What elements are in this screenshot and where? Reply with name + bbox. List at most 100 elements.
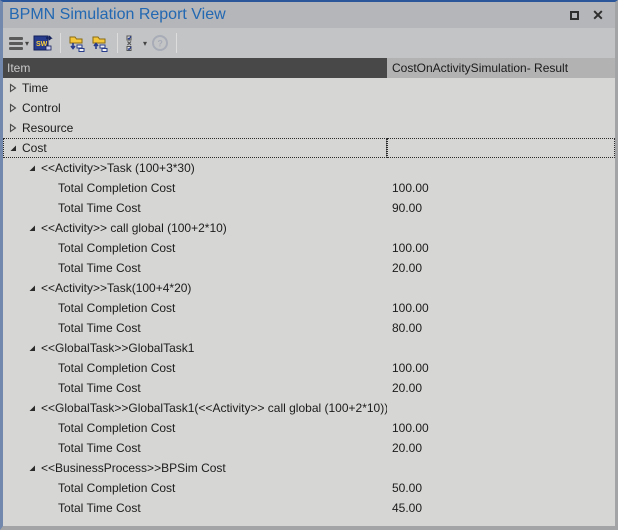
- window-title: BPMN Simulation Report View: [9, 6, 226, 24]
- maximize-button[interactable]: [565, 6, 583, 24]
- svg-text:?: ?: [157, 39, 163, 49]
- result-value: 100.00: [387, 178, 615, 198]
- expanded-toggle-icon[interactable]: [26, 222, 38, 234]
- tree-row[interactable]: <<GlobalTask>>GlobalTask1(<<Activity>> c…: [3, 398, 615, 418]
- result-value: [387, 278, 615, 298]
- expand-all-button[interactable]: [66, 32, 89, 54]
- result-value: 20.00: [387, 438, 615, 458]
- result-value: [387, 398, 615, 418]
- tree-row[interactable]: Total Time Cost20.00: [3, 258, 615, 278]
- tree-row[interactable]: <<Activity>>Task (100+3*30): [3, 158, 615, 178]
- close-button[interactable]: ✕: [589, 6, 607, 24]
- generate-report-button[interactable]: SW: [31, 32, 55, 54]
- expanded-toggle-icon[interactable]: [7, 142, 19, 154]
- toolbar: ▾ SW: [3, 28, 615, 58]
- result-value: 100.00: [387, 238, 615, 258]
- maximize-icon: [570, 11, 579, 20]
- collapsed-toggle-icon[interactable]: [7, 102, 19, 114]
- result-value: 20.00: [387, 378, 615, 398]
- options-checklist-icon: [125, 34, 141, 52]
- tree-item-label: Total Time Cost: [58, 321, 141, 335]
- result-value: [387, 218, 615, 238]
- report-tree: Time Control Resource Cost <<Activity>>Task …: [3, 78, 615, 526]
- tree-row[interactable]: Total Time Cost 80.00: [3, 318, 615, 338]
- result-value: [387, 458, 615, 478]
- close-icon: ✕: [592, 8, 604, 22]
- tree-item-label: Control: [22, 101, 61, 115]
- options-button[interactable]: ▾: [123, 32, 149, 54]
- collapsed-toggle-icon[interactable]: [7, 82, 19, 94]
- result-value: 100.00: [387, 358, 615, 378]
- tree-row[interactable]: Control: [3, 98, 615, 118]
- toolbar-separator: [60, 33, 61, 53]
- expanded-toggle-icon[interactable]: [26, 462, 38, 474]
- result-value: 80.00: [387, 318, 615, 338]
- bpmn-simulation-report-window: BPMN Simulation Report View ✕ ▾ SW: [0, 0, 618, 530]
- tree-row[interactable]: Total Time Cost 20.00: [3, 378, 615, 398]
- expanded-toggle-icon[interactable]: [26, 402, 38, 414]
- expanded-toggle-icon[interactable]: [26, 282, 38, 294]
- tree-item-label: Total Completion Cost: [58, 421, 175, 435]
- tree-row[interactable]: Total Time Cost 45.00: [3, 498, 615, 518]
- result-value: [387, 158, 615, 178]
- help-button[interactable]: ?: [149, 32, 171, 54]
- tree-row[interactable]: Total Completion Cost 100.00: [3, 298, 615, 318]
- tree-item-label: Total Time Cost: [58, 381, 141, 395]
- result-value: [387, 98, 615, 118]
- tree-row[interactable]: Resource: [3, 118, 615, 138]
- help-icon: ?: [151, 34, 169, 52]
- result-value: [387, 138, 615, 158]
- tree-item-label: <<GlobalTask>>GlobalTask1: [41, 341, 194, 355]
- result-value: 50.00: [387, 478, 615, 498]
- tree-row[interactable]: Total Completion Cost 100.00: [3, 358, 615, 378]
- tree-item-label: <<Activity>> call global (100+2*10): [41, 221, 227, 235]
- tree-item-label: Total Time Cost: [58, 501, 141, 515]
- tree-row[interactable]: Total Time Cost 20.00: [3, 438, 615, 458]
- tree-item-label: Total Completion Cost: [58, 301, 175, 315]
- tree-item-label: Total Time Cost: [58, 441, 141, 455]
- tree-row[interactable]: <<Activity>>Task(100+4*20): [3, 278, 615, 298]
- tree-row[interactable]: Total Completion Cost 100.00: [3, 238, 615, 258]
- chevron-down-icon: ▾: [25, 39, 29, 48]
- column-header-item[interactable]: Item: [3, 58, 387, 78]
- tree-row[interactable]: Total Completion Cost 100.00: [3, 418, 615, 438]
- toolbar-separator: [117, 33, 118, 53]
- tree-row[interactable]: Total Time Cost90.00: [3, 198, 615, 218]
- result-value: 100.00: [387, 418, 615, 438]
- result-value: 100.00: [387, 298, 615, 318]
- column-header-result[interactable]: CostOnActivitySimulation- Result: [387, 58, 615, 78]
- tree-item-label: Resource: [22, 121, 73, 135]
- tree-row[interactable]: Time: [3, 78, 615, 98]
- expanded-toggle-icon[interactable]: [26, 162, 38, 174]
- collapsed-toggle-icon[interactable]: [7, 122, 19, 134]
- expanded-toggle-icon[interactable]: [26, 342, 38, 354]
- tree-item-label: Total Time Cost: [58, 201, 141, 215]
- tree-row[interactable]: Total Completion Cost 100.00: [3, 178, 615, 198]
- menu-button[interactable]: ▾: [7, 32, 31, 54]
- expand-all-icon: [68, 34, 87, 52]
- tree-item-label: <<Activity>>Task (100+3*30): [41, 161, 195, 175]
- tree-item-label: Total Completion Cost: [58, 241, 175, 255]
- tree-item-label: <<BusinessProcess>>BPSim Cost: [41, 461, 226, 475]
- collapse-all-button[interactable]: [89, 32, 112, 54]
- tree-item-label: Time: [22, 81, 48, 95]
- tree-item-label: Total Completion Cost: [58, 361, 175, 375]
- result-value: [387, 338, 615, 358]
- toolbar-separator: [176, 33, 177, 53]
- title-bar: BPMN Simulation Report View ✕: [3, 2, 615, 28]
- result-value: 45.00: [387, 498, 615, 518]
- tree-row[interactable]: <<GlobalTask>>GlobalTask1: [3, 338, 615, 358]
- generate-report-icon: SW: [33, 34, 53, 52]
- tree-row[interactable]: <<Activity>> call global (100+2*10): [3, 218, 615, 238]
- result-value: [387, 78, 615, 98]
- result-value: [387, 118, 615, 138]
- tree-item-label: Total Completion Cost: [58, 181, 175, 195]
- tree-row[interactable]: Cost: [3, 138, 615, 158]
- tree-item-label: <<Activity>>Task(100+4*20): [41, 281, 191, 295]
- tree-row[interactable]: Total Completion Cost50.00: [3, 478, 615, 498]
- tree-item-label: Cost: [22, 141, 47, 155]
- collapse-all-icon: [91, 34, 110, 52]
- grid-header: Item CostOnActivitySimulation- Result: [3, 58, 615, 78]
- result-value: 20.00: [387, 258, 615, 278]
- tree-row[interactable]: <<BusinessProcess>>BPSim Cost: [3, 458, 615, 478]
